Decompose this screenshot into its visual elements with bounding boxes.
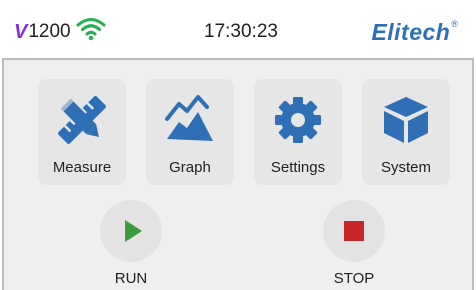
settings-tile[interactable]: Settings [254, 79, 342, 185]
brand-logo: Elitech ® [371, 18, 458, 46]
clock-time: 17:30:23 [204, 21, 278, 42]
line-graph-icon [165, 95, 213, 141]
gear-icon [275, 97, 321, 143]
measure-label: Measure [52, 159, 112, 176]
device-screen: V 1200 17:30:23 Elitech ® Measure Graph … [0, 0, 476, 290]
stop-icon [344, 221, 364, 241]
graph-tile[interactable]: Graph [146, 79, 234, 185]
play-icon [125, 220, 142, 242]
ruler-pencil-icon [58, 96, 106, 144]
settings-label: Settings [270, 159, 326, 176]
system-label: System [380, 159, 431, 176]
model-number: 1200 [28, 21, 71, 42]
cube-icon [384, 97, 428, 143]
graph-label: Graph [169, 159, 211, 176]
stop-button[interactable] [323, 200, 385, 262]
system-tile[interactable]: System [362, 79, 450, 185]
wifi-icon [76, 18, 106, 41]
run-button[interactable] [100, 200, 162, 262]
model-mark: V [14, 21, 28, 43]
brand-name: Elitech [371, 19, 451, 45]
model-indicator: V 1200 [14, 20, 71, 44]
measure-tile[interactable]: Measure [38, 79, 126, 185]
run-label: RUN [114, 270, 148, 287]
status-bar: V 1200 17:30:23 Elitech ® [0, 0, 476, 56]
registered-mark: ® [451, 19, 458, 29]
main-menu-panel: Measure Graph Settings System RUN STOP [2, 58, 474, 290]
stop-label: STOP [333, 270, 375, 287]
